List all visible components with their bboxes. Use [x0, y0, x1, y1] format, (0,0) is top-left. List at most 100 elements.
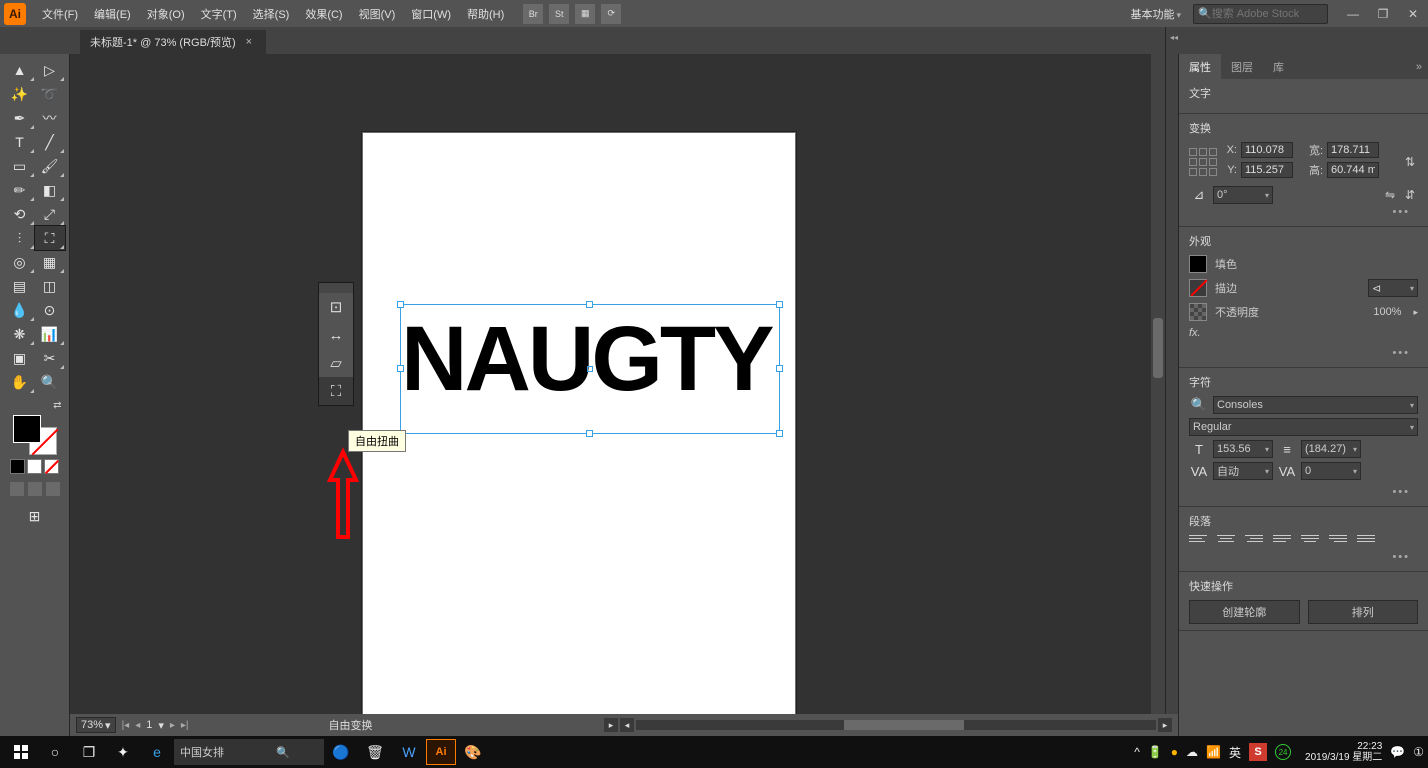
wifi-icon[interactable]: 📶	[1206, 745, 1221, 759]
constrain-icon[interactable]: ⊡	[319, 293, 353, 321]
justify-left[interactable]	[1273, 535, 1291, 549]
start-button[interactable]	[4, 738, 38, 766]
character-more[interactable]: •••	[1189, 484, 1418, 500]
flyout-grip[interactable]	[319, 283, 353, 293]
menu-type[interactable]: 文字(T)	[193, 0, 245, 27]
pen-tool[interactable]: ✒	[5, 106, 35, 130]
menu-help[interactable]: 帮助(H)	[459, 0, 512, 27]
ime-icon[interactable]: S	[1249, 743, 1267, 761]
flip-h-icon[interactable]: ⇋	[1382, 187, 1398, 203]
paint-icon[interactable]: 🎨	[456, 738, 490, 766]
task-view-icon[interactable]: ❐	[72, 738, 106, 766]
clock[interactable]: 22:23 2019/3/19 星期二	[1305, 741, 1382, 763]
rectangle-tool[interactable]: ▭	[5, 154, 35, 178]
app-icon-3[interactable]: 🗑	[358, 738, 392, 766]
close-tab-icon[interactable]: ×	[246, 36, 252, 48]
stroke-weight[interactable]: ⊲▾	[1368, 279, 1418, 297]
tab-libraries[interactable]: 库	[1263, 54, 1294, 79]
search-stock[interactable]: 🔍	[1193, 4, 1328, 24]
artboard-tool[interactable]: ▣	[5, 346, 35, 370]
edge-icon[interactable]: e	[140, 738, 174, 766]
shape-builder-tool[interactable]: ◎	[5, 250, 35, 274]
last-artboard[interactable]: ▸|	[181, 720, 189, 731]
y-input[interactable]	[1241, 162, 1293, 178]
text-object[interactable]: NAUGTY	[401, 313, 771, 405]
free-transform-flyout[interactable]: ⊡ ↔ ▱ ⛶	[318, 282, 354, 406]
font-family[interactable]: Consoles▾	[1213, 396, 1418, 414]
tracking[interactable]: 0▾	[1301, 462, 1361, 480]
direct-selection-tool[interactable]: ▷	[35, 58, 65, 82]
tray-icon-1[interactable]: 🔋	[1148, 745, 1163, 759]
hscroll-end[interactable]: ▸	[1158, 718, 1172, 732]
cortana-icon[interactable]: ○	[38, 738, 72, 766]
justify-all[interactable]	[1357, 535, 1375, 549]
zoom-tool[interactable]: 🔍	[35, 370, 65, 394]
artboard-number[interactable]: 1	[146, 719, 152, 731]
eyedropper-tool[interactable]: 💧	[5, 298, 35, 322]
panel-collapse[interactable]: ◂◂	[1165, 27, 1178, 714]
menu-window[interactable]: 窗口(W)	[403, 0, 459, 27]
transform-more[interactable]: •••	[1189, 204, 1418, 220]
none-mode[interactable]	[44, 459, 59, 474]
gradient-tool[interactable]: ◫	[35, 274, 65, 298]
kerning[interactable]: 自动▾	[1213, 462, 1273, 480]
screen-mode-3[interactable]	[46, 482, 60, 496]
width-tool[interactable]: ⫶	[5, 226, 35, 250]
document-tab[interactable]: 未标题-1* @ 73% (RGB/预览) ×	[80, 30, 266, 54]
next-artboard[interactable]: ▸	[170, 720, 175, 731]
line-tool[interactable]: ╱	[35, 130, 65, 154]
minimize-icon[interactable]: —	[1342, 7, 1364, 21]
ime-lang[interactable]: 英	[1229, 744, 1241, 761]
app-icon-2[interactable]: 🔵	[324, 738, 358, 766]
tray-extra-icon[interactable]: ①	[1413, 745, 1424, 759]
taskbar-search[interactable]: 🔍	[174, 739, 324, 765]
type-tool[interactable]: T	[5, 130, 35, 154]
fx-label[interactable]: fx.	[1189, 327, 1201, 339]
link-wh-icon[interactable]: ⇅	[1402, 154, 1418, 170]
graph-tool[interactable]: 📊	[35, 322, 65, 346]
arrange-button[interactable]: 排列	[1308, 600, 1419, 624]
paintbrush-tool[interactable]: 🖌	[35, 154, 65, 178]
selection-bounding-box[interactable]: NAUGTY	[400, 304, 780, 434]
tray-icon-2[interactable]: ●	[1171, 745, 1178, 759]
bridge-icon[interactable]: Br	[523, 4, 543, 24]
appearance-more[interactable]: •••	[1189, 345, 1418, 361]
curvature-tool[interactable]: 〰	[35, 106, 65, 130]
hscroll-right[interactable]: ◂	[620, 718, 634, 732]
stock-icon[interactable]: St	[549, 4, 569, 24]
font-size[interactable]: 153.56▾	[1213, 440, 1273, 458]
illustrator-taskbar-icon[interactable]: Ai	[426, 739, 456, 765]
blend-tool[interactable]: ⊙	[35, 298, 65, 322]
font-style[interactable]: Regular▾	[1189, 418, 1418, 436]
taskbar-search-icon[interactable]: 🔍	[276, 746, 290, 759]
menu-object[interactable]: 对象(O)	[139, 0, 193, 27]
gpu-icon[interactable]: ⟳	[601, 4, 621, 24]
panel-menu-icon[interactable]: »	[1410, 61, 1428, 73]
app-icon-1[interactable]: ✦	[106, 738, 140, 766]
h-input[interactable]	[1327, 162, 1379, 178]
free-transform-tool[interactable]: ⛶	[35, 226, 65, 250]
magic-wand-tool[interactable]: ✨	[5, 82, 35, 106]
align-center[interactable]	[1217, 535, 1235, 549]
leading[interactable]: (184.27)▾	[1301, 440, 1361, 458]
screen-mode-1[interactable]	[10, 482, 24, 496]
selection-tool[interactable]: ▲	[5, 58, 35, 82]
eraser-tool[interactable]: ◧	[35, 178, 65, 202]
zoom-level[interactable]: 73% ▾	[76, 717, 116, 733]
slice-tool[interactable]: ✂	[35, 346, 65, 370]
w-input[interactable]	[1327, 142, 1379, 158]
justify-center[interactable]	[1301, 535, 1319, 549]
arrange-docs-icon[interactable]: ▦	[575, 4, 595, 24]
symbol-sprayer-tool[interactable]: ❋	[5, 322, 35, 346]
notifications-icon[interactable]: 💬	[1390, 745, 1405, 759]
scale-tool[interactable]: ⤢	[35, 202, 65, 226]
menu-view[interactable]: 视图(V)	[351, 0, 404, 27]
menu-select[interactable]: 选择(S)	[245, 0, 298, 27]
align-left[interactable]	[1189, 535, 1207, 549]
close-icon[interactable]: ✕	[1402, 7, 1424, 21]
maximize-icon[interactable]: ❐	[1372, 7, 1394, 21]
first-artboard[interactable]: |◂	[122, 720, 130, 731]
perspective-tool[interactable]: ▦	[35, 250, 65, 274]
lasso-tool[interactable]: ➰	[35, 82, 65, 106]
flip-v-icon[interactable]: ⇵	[1402, 187, 1418, 203]
